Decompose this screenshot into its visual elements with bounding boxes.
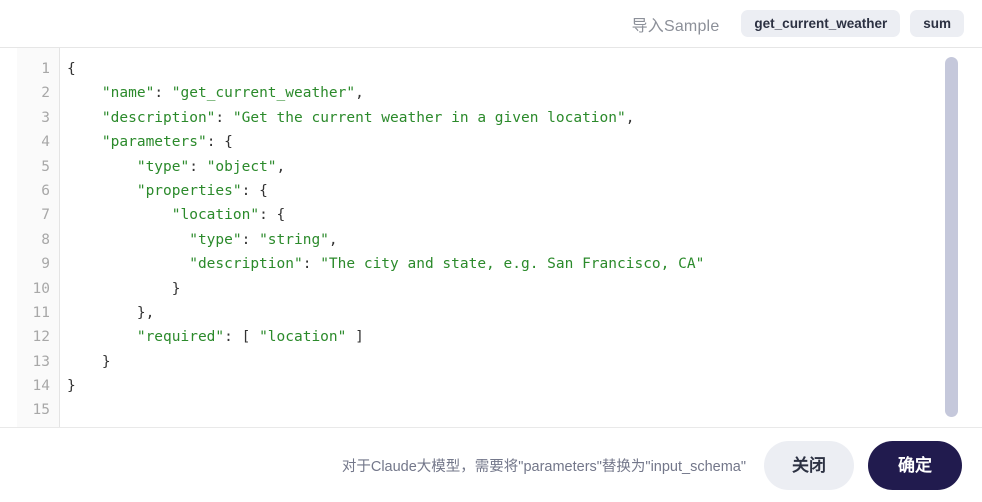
code-string-token: "get_current_weather"	[171, 85, 356, 102]
code-content[interactable]: { "name": "get_current_weather", "descri…	[60, 48, 982, 427]
code-punct-token: :	[154, 85, 172, 102]
line-number: 14	[32, 378, 50, 395]
line-number: 11	[32, 304, 50, 321]
line-number: 8	[41, 231, 50, 248]
code-punct-token	[67, 329, 137, 345]
code-string-token: "type"	[189, 231, 242, 248]
code-string-token: "properties"	[136, 182, 242, 199]
code-line[interactable]: "type": "object",	[67, 155, 982, 179]
chip-get-current-weather[interactable]: get_current_weather	[741, 9, 901, 38]
code-line[interactable]: }	[67, 277, 982, 301]
code-punct-token: :	[241, 231, 260, 248]
code-line[interactable]: {	[67, 57, 982, 81]
code-punct-token: },	[67, 304, 155, 321]
code-punct-token	[67, 110, 102, 126]
claude-schema-hint: 对于Claude大模型，需要将"parameters"替换为"input_sch…	[341, 458, 746, 475]
code-string-token: "name"	[101, 85, 155, 102]
code-editor-body[interactable]: 1 2 3 4 5 6 7 8 9 10 11 12 13 14 15 { "name": "get_cur…	[17, 48, 982, 427]
code-string-token: "required"	[136, 329, 225, 346]
confirm-button[interactable]: 确定	[868, 440, 962, 490]
code-punct-token	[67, 159, 137, 175]
code-line[interactable]: "parameters": {	[67, 130, 982, 154]
code-punct-token: }	[67, 378, 76, 395]
code-punct-token: }	[67, 353, 111, 370]
code-line[interactable]: "description": "The city and state, e.g.…	[67, 252, 982, 276]
code-line[interactable]: "description": "Get the current weather …	[67, 106, 982, 130]
code-punct-token: : {	[206, 134, 233, 151]
vertical-scrollbar-thumb[interactable]	[945, 57, 958, 417]
code-punct-token: :	[189, 158, 207, 175]
code-punct-token	[67, 134, 102, 150]
code-punct-token: }	[67, 280, 181, 297]
line-number: 3	[41, 109, 50, 126]
code-line[interactable]: "location": {	[67, 203, 982, 227]
code-punct-token: : {	[259, 207, 286, 224]
line-number: 15	[32, 402, 50, 419]
line-number: 4	[41, 134, 50, 151]
line-number: 10	[32, 280, 50, 297]
code-punct-token: {	[67, 61, 76, 77]
line-number: 12	[32, 329, 50, 346]
code-punct-token	[67, 256, 189, 272]
code-line[interactable]: "required": [ "location" ]	[67, 325, 982, 349]
dialog-footer: 对于Claude大模型，需要将"parameters"替换为"input_sch…	[0, 428, 982, 502]
code-punct-token: : {	[241, 182, 268, 199]
line-number: 6	[41, 182, 50, 199]
json-schema-editor-dialog: 导入Sample get_current_weather sum 1234567…	[0, 0, 982, 502]
code-line[interactable]: "properties": {	[67, 179, 982, 203]
line-number: 9	[41, 256, 50, 273]
line-number: 1	[41, 61, 50, 77]
code-punct-token	[67, 85, 102, 101]
line-number: 13	[32, 353, 50, 370]
code-string-token: "location"	[171, 207, 260, 224]
import-sample-label: 导入Sample	[631, 17, 720, 35]
code-string-token: "string"	[259, 231, 329, 248]
code-string-token: "object"	[206, 158, 277, 175]
code-line[interactable]: "type": "string",	[67, 228, 982, 252]
line-number: 5	[41, 158, 50, 175]
code-punct-token	[67, 232, 189, 248]
line-number: 7	[41, 207, 50, 224]
code-punct-token: :	[302, 256, 321, 273]
code-line[interactable]: }	[67, 350, 982, 374]
code-punct-token: ]	[346, 329, 364, 346]
code-punct-token: ,	[328, 231, 338, 248]
code-string-token: "description"	[101, 109, 216, 126]
close-button[interactable]: 关闭	[764, 440, 854, 490]
code-string-token: "location"	[259, 329, 347, 346]
code-punct-token: ,	[276, 158, 286, 175]
line-number: 2	[41, 85, 50, 102]
code-editor[interactable]: 1 2 3 4 5 6 7 8 9 10 11 12 13 14 15 { "name": "get_cur…	[0, 47, 982, 428]
code-line[interactable]: }	[67, 374, 982, 398]
code-punct-token: :	[215, 109, 233, 126]
code-punct-token: ,	[355, 85, 364, 102]
code-string-token: "The city and state, e.g. San Francisco,…	[320, 256, 705, 273]
code-punct-token: : [	[224, 329, 260, 346]
code-string-token: "parameters"	[101, 134, 207, 151]
dialog-header: 导入Sample get_current_weather sum	[0, 0, 982, 47]
code-punct-token	[67, 183, 137, 199]
code-line[interactable]	[67, 398, 982, 422]
code-string-token: "type"	[136, 158, 190, 175]
code-line[interactable]: "name": "get_current_weather",	[67, 81, 982, 105]
code-line[interactable]: },	[67, 301, 982, 325]
code-punct-token: ,	[625, 109, 635, 126]
line-number-gutter: 1 2 3 4 5 6 7 8 9 10 11 12 13 14 15	[17, 48, 60, 427]
chip-sum[interactable]: sum	[910, 9, 964, 38]
code-punct-token	[67, 207, 172, 223]
code-string-token: "Get the current weather in a given loca…	[232, 109, 626, 126]
code-string-token: "description"	[189, 256, 303, 273]
